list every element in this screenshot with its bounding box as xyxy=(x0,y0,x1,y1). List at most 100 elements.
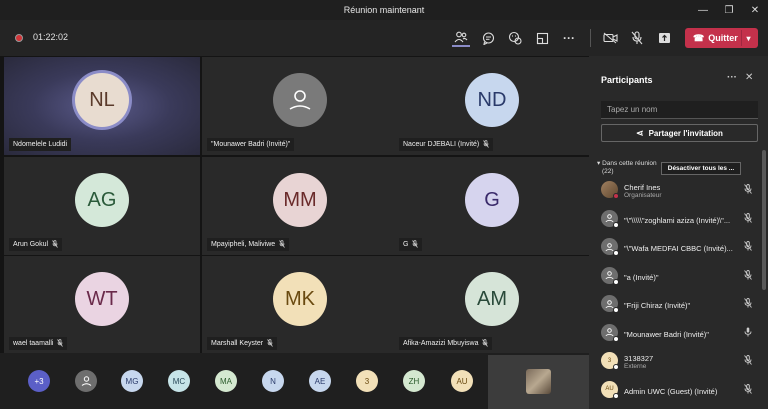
participant-list-item[interactable]: "\"Wafa MEDFAI CBBC (Invité)... xyxy=(601,235,758,259)
participant-mic-status[interactable] xyxy=(744,327,752,339)
participant-avatar[interactable]: MA xyxy=(215,370,237,392)
video-tile[interactable]: GG xyxy=(394,157,590,255)
close-window-button[interactable]: ✕ xyxy=(742,0,768,20)
person-icon xyxy=(81,376,91,386)
video-tile[interactable]: MM Mpayipheli, Maliviwe xyxy=(202,157,398,255)
participant-list-item[interactable]: "a (Invité)" xyxy=(601,264,758,288)
mic-off-icon xyxy=(631,31,643,45)
avatar: ND xyxy=(465,73,519,127)
participant-name: Afika-Amazizi Mbuyiswa xyxy=(403,340,479,347)
participant-avatar[interactable]: AE xyxy=(309,370,331,392)
quit-button[interactable]: ☎ Quitter ▾ xyxy=(685,28,758,48)
participant-name: "Mounawer Badri (Invité)" xyxy=(624,329,709,339)
participant-avatar[interactable]: 3 xyxy=(356,370,378,392)
video-tile[interactable]: NL Ndomelele Ludidi xyxy=(4,57,200,155)
participant-mic-status[interactable] xyxy=(744,355,752,367)
participant-list-item[interactable]: "\"\\\\\"zoghlami aziza (Invité)\"... xyxy=(601,207,758,231)
maximize-button[interactable]: ❐ xyxy=(716,0,742,20)
video-tile[interactable]: "Mounawer Badri (Invité)" xyxy=(202,57,398,155)
mic-off-icon xyxy=(483,139,490,150)
panel-close-button[interactable]: ✕ xyxy=(745,72,753,83)
avatar-initials: +3 xyxy=(34,376,44,386)
participant-name: Cherif Ines xyxy=(624,183,661,192)
reactions-button[interactable] xyxy=(506,29,524,47)
mic-off-icon xyxy=(744,212,752,223)
self-video-thumbnail xyxy=(526,369,551,394)
camera-button[interactable] xyxy=(601,29,619,47)
participant-name-label: "Mounawer Badri (Invité)" xyxy=(207,138,295,151)
participant-avatar[interactable]: MG xyxy=(121,370,143,392)
participant-mic-status[interactable] xyxy=(744,241,752,253)
avatar-initials: ND xyxy=(477,88,507,111)
avatar: AM xyxy=(465,272,519,326)
person-icon xyxy=(605,299,614,308)
avatar-initials: MM xyxy=(283,188,317,211)
participant-list-item[interactable]: 3 3138327 Externe xyxy=(601,349,758,373)
mute-all-button[interactable]: Désactiver tous les ... xyxy=(661,162,741,175)
participant-name-label: Arun Gokul xyxy=(9,238,63,251)
presence-icon xyxy=(613,364,619,370)
panel-scrollbar[interactable] xyxy=(762,150,766,290)
mic-off-icon xyxy=(744,184,752,194)
participant-avatar[interactable] xyxy=(75,370,97,392)
participant-list-item[interactable]: "Mounawer Badri (Invité)" xyxy=(601,321,758,345)
participant-avatar[interactable]: MC xyxy=(168,370,190,392)
presence-icon xyxy=(613,335,619,342)
video-tile[interactable]: AG Arun Gokul xyxy=(4,157,200,255)
panel-more-button[interactable]: ··· xyxy=(727,72,737,83)
participant-name: "\"Wafa MEDFAI CBBC (Invité)... xyxy=(624,244,733,253)
more-actions-button[interactable]: ··· xyxy=(560,29,578,47)
mic-on-icon xyxy=(744,327,752,336)
mic-off-icon xyxy=(267,338,273,349)
participant-mic-status[interactable] xyxy=(744,298,752,310)
toolbar-divider xyxy=(590,29,591,47)
people-icon xyxy=(454,31,468,43)
video-tile[interactable]: ND Naceur DJEBALI (Invité) xyxy=(394,57,590,155)
chat-button[interactable] xyxy=(479,29,497,47)
participant-list-item[interactable]: AU Admin UWC (Guest) (Invité) xyxy=(601,378,758,402)
presence-icon xyxy=(613,278,619,285)
minimize-button[interactable]: — xyxy=(690,0,716,20)
quit-options-button[interactable]: ▾ xyxy=(741,30,755,46)
mic-off-icon xyxy=(744,355,752,365)
participant-avatar[interactable]: ZH xyxy=(403,370,425,392)
rooms-button[interactable] xyxy=(533,29,551,47)
chevron-down-icon: ▾ xyxy=(597,160,601,167)
avatar xyxy=(601,295,619,313)
participant-avatar[interactable]: N xyxy=(262,370,284,392)
chevron-down-icon: ▾ xyxy=(746,33,751,43)
participant-search-input[interactable]: Tapez un nom xyxy=(601,101,758,119)
participant-mic-status[interactable] xyxy=(744,212,752,225)
video-grid: NL Ndomelele Ludidi "Mounawer Badri (Invit… xyxy=(0,56,590,354)
avatar-initials: AE xyxy=(314,376,326,386)
participant-mic-status[interactable] xyxy=(744,383,752,396)
participant-name-label: Afika-Amazizi Mbuyiswa xyxy=(399,337,493,350)
video-tile[interactable]: WT wael taamalli xyxy=(4,256,200,354)
share-screen-button[interactable] xyxy=(655,29,673,47)
share-invite-button[interactable]: ⋖ Partager l'invitation xyxy=(601,124,758,142)
participant-list-item[interactable]: Cherif Ines Organisateur xyxy=(601,178,758,202)
in-meeting-group-header[interactable]: ▾ Dans cette réunion (22) xyxy=(597,160,657,176)
self-view[interactable] xyxy=(488,355,589,409)
mic-off-icon xyxy=(412,239,419,250)
avatar xyxy=(601,266,619,285)
video-tile[interactable]: MK Marshall Keyster xyxy=(202,256,398,354)
participant-name: Mpayipheli, Maliviwe xyxy=(211,241,276,248)
avatar xyxy=(601,238,619,256)
participants-button[interactable] xyxy=(452,29,470,47)
window-controls: — ❐ ✕ xyxy=(690,0,768,20)
meeting-timer: 01:22:02 xyxy=(33,32,69,42)
participant-mic-status[interactable] xyxy=(744,184,752,196)
window-title: Réunion maintenant xyxy=(343,5,425,15)
avatar: NL xyxy=(75,73,129,127)
participant-list-item[interactable]: "Friji Chiraz (Invité)" xyxy=(601,292,758,316)
video-tile[interactable]: AM Afika-Amazizi Mbuyiswa xyxy=(394,256,590,354)
avatar xyxy=(273,73,327,127)
mic-button[interactable] xyxy=(628,29,646,47)
more-participants-button[interactable]: +3 xyxy=(28,370,50,392)
participant-mic-status[interactable] xyxy=(744,269,752,282)
participant-avatar[interactable]: AU xyxy=(451,370,473,392)
group-count: (22) xyxy=(602,168,614,175)
share-invite-label: Partager l'invitation xyxy=(648,128,723,138)
avatar: AG xyxy=(75,173,129,227)
